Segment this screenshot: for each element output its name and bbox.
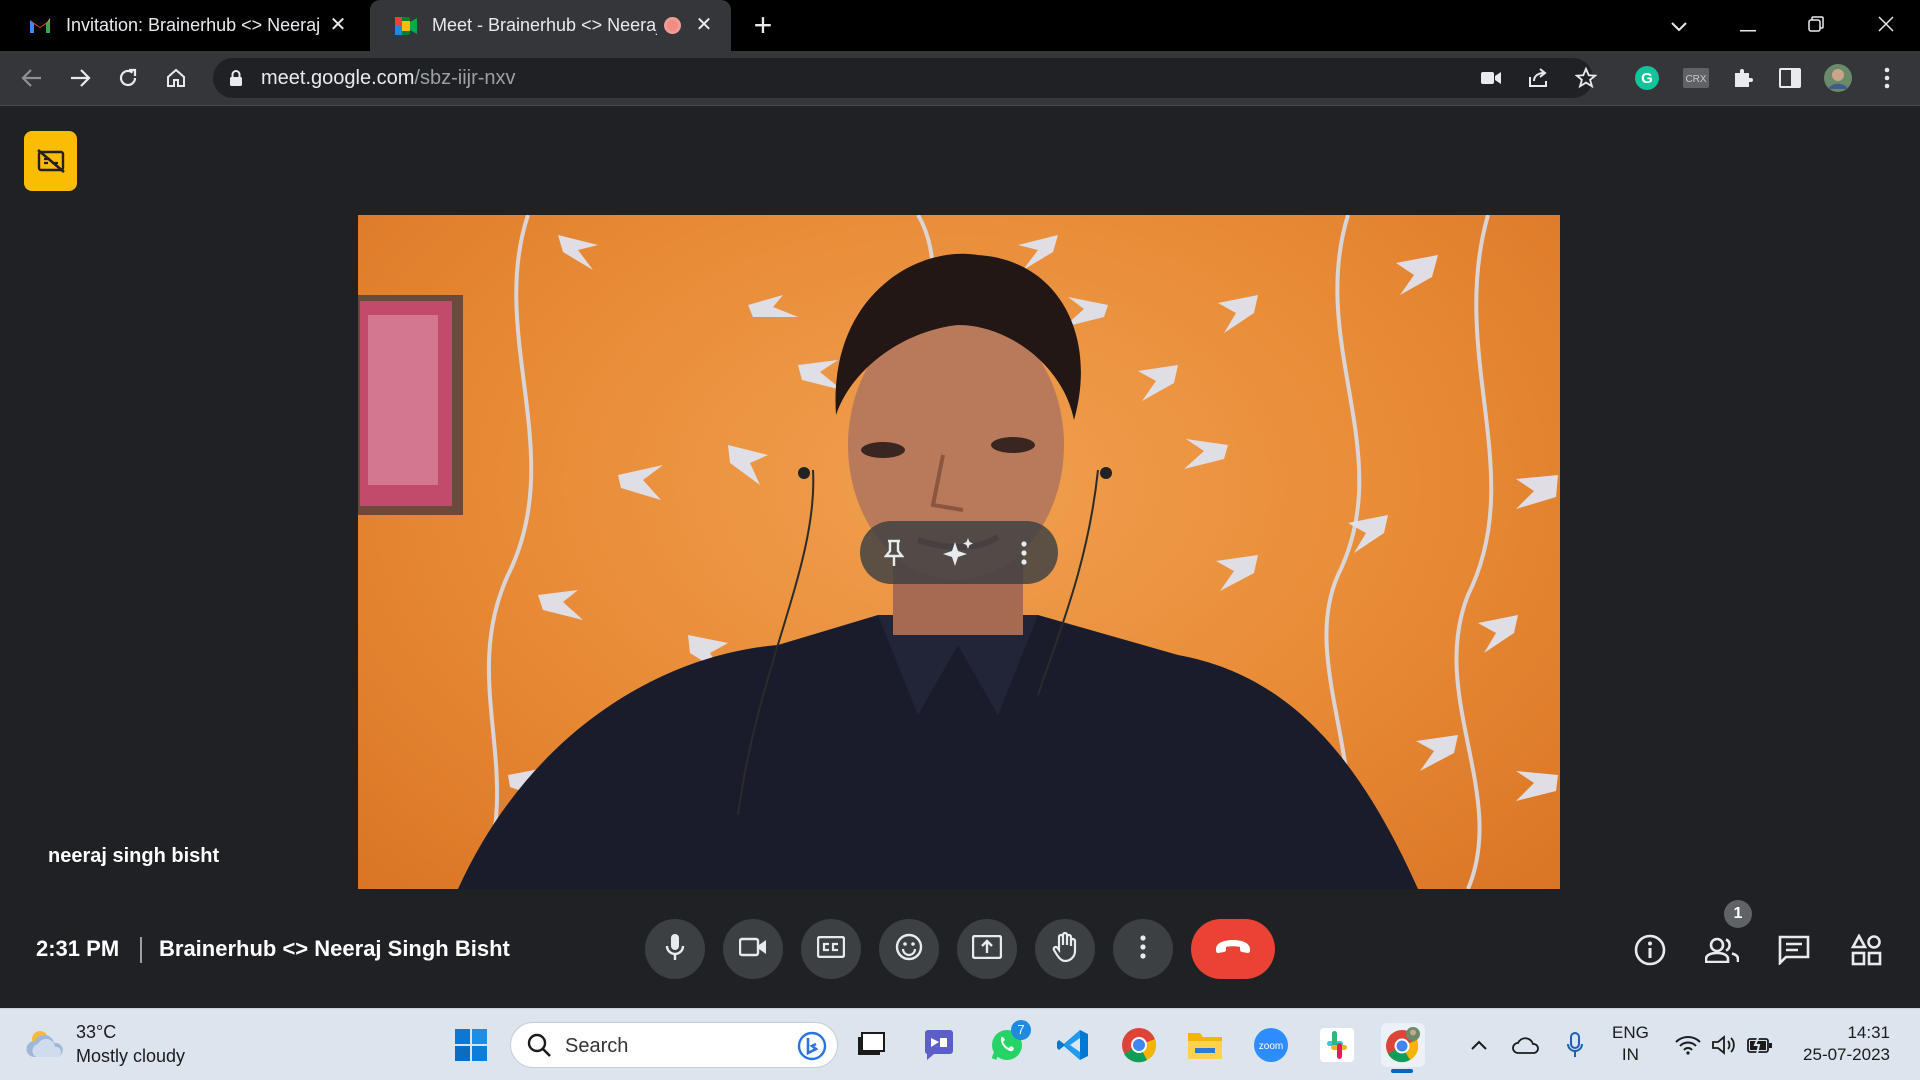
meeting-details-info-icon[interactable] (1632, 932, 1668, 968)
tab-title: Meet - Brainerhub <> Neeraj (432, 15, 657, 35)
chrome-profile-icon[interactable] (1381, 1023, 1425, 1067)
tab-gmail-invitation[interactable]: Invitation: Brainerhub <> Neeraj ✕ (0, 0, 365, 51)
participant-name: neeraj singh bisht (48, 845, 220, 867)
windows-start-icon[interactable] (449, 1023, 493, 1067)
svg-text:G: G (1641, 70, 1653, 87)
back-arrow-icon[interactable] (15, 61, 49, 95)
meeting-clock: 2:31 PM (36, 936, 120, 961)
meet-icon (394, 14, 418, 38)
tab-title: Invitation: Brainerhub <> Neeraj (66, 15, 321, 35)
grammarly-icon[interactable]: G (1632, 63, 1662, 93)
extensions-puzzle-icon[interactable] (1728, 63, 1758, 93)
forward-arrow-icon[interactable] (63, 61, 97, 95)
visual-effects-sparkle-icon[interactable] (940, 535, 976, 571)
chrome-menu-icon[interactable] (1872, 63, 1902, 93)
share-icon[interactable] (1524, 63, 1554, 93)
raise-hand-icon (1051, 931, 1079, 967)
browser-toolbar: meet.google.com/sbz-iijr-nxv G CRX (0, 51, 1920, 106)
meeting-title: Brainerhub <> Neeraj Singh Bisht (159, 936, 510, 961)
search-icon (527, 1033, 551, 1062)
zoom-label: zoom (1259, 1041, 1283, 1052)
microphone-icon (664, 933, 686, 966)
emoji-smile-icon (895, 933, 923, 966)
camera-in-use-icon[interactable] (1476, 63, 1506, 93)
show-hidden-icons-chevron-icon[interactable] (1464, 1027, 1494, 1063)
tile-hover-controls (860, 521, 1058, 584)
divider (140, 937, 142, 963)
raise-hand-button[interactable] (1035, 919, 1095, 979)
chrome-icon[interactable] (1117, 1023, 1161, 1067)
videocam-icon (738, 937, 767, 962)
home-icon[interactable] (159, 61, 193, 95)
close-tab-icon[interactable]: ✕ (693, 14, 715, 36)
captions-button[interactable] (801, 919, 861, 979)
gmail-icon (28, 14, 52, 38)
onedrive-cloud-icon[interactable] (1509, 1027, 1543, 1063)
lang-region: IN (1621, 1045, 1639, 1064)
weather-description[interactable]: Mostly cloudy (76, 1046, 185, 1067)
present-to-all-icon (971, 934, 1003, 964)
recording-indicator-icon (664, 17, 681, 34)
close-tab-icon[interactable]: ✕ (327, 14, 349, 36)
lang-code: ENG (1612, 1023, 1649, 1042)
more-options-button[interactable] (1113, 919, 1173, 979)
call-end-icon (1214, 939, 1252, 960)
present-screen-button[interactable] (957, 919, 1017, 979)
participant-count-badge: 1 (1724, 900, 1752, 928)
crx-extension-icon[interactable]: CRX (1680, 63, 1712, 93)
url-path: /sbz-iijr-nxv (414, 67, 516, 89)
bookmark-star-icon[interactable] (1571, 63, 1601, 93)
screen: Invitation: Brainerhub <> Neeraj ✕ Meet … (0, 0, 1920, 1080)
more-vert-icon (1140, 934, 1146, 964)
microphone-in-use-icon[interactable] (1558, 1027, 1592, 1063)
battery-charging-icon[interactable] (1745, 1027, 1775, 1063)
search-placeholder: Search (565, 1035, 629, 1057)
browser-tab-strip: Invitation: Brainerhub <> Neeraj ✕ Meet … (0, 0, 1920, 51)
url-text: meet.google.com/sbz-iijr-nxv (261, 67, 516, 90)
weather-temperature[interactable]: 33°C (76, 1022, 116, 1043)
slack-icon[interactable] (1315, 1023, 1359, 1067)
address-bar[interactable]: meet.google.com/sbz-iijr-nxv (213, 58, 1597, 98)
zoom-icon[interactable]: zoom (1249, 1023, 1293, 1067)
whatsapp-notification-badge: 7 (1011, 1020, 1031, 1040)
no-captions-indicator-icon[interactable] (24, 131, 77, 191)
microphone-button[interactable] (645, 919, 705, 979)
input-language-indicator[interactable]: ENG IN (1612, 1022, 1649, 1066)
tile-more-options-icon[interactable] (1006, 535, 1042, 571)
clock-date: 25-07-2023 (1803, 1045, 1890, 1064)
active-app-indicator (1391, 1069, 1413, 1073)
side-panel-icon[interactable] (1775, 63, 1805, 93)
camera-button[interactable] (723, 919, 783, 979)
clock-time: 14:31 (1847, 1023, 1890, 1042)
reload-icon[interactable] (111, 61, 145, 95)
lock-icon[interactable] (229, 69, 243, 92)
new-tab-plus-icon[interactable]: + (748, 9, 778, 41)
close-window-icon[interactable] (1869, 8, 1903, 42)
weather-cloud-icon[interactable] (26, 1027, 68, 1064)
leave-call-button[interactable] (1191, 919, 1275, 979)
chat-icon[interactable] (1776, 932, 1812, 968)
restore-icon[interactable] (1799, 8, 1833, 42)
windows-taskbar: 33°C Mostly cloudy Search zoom ENG IN 14… (0, 1008, 1920, 1080)
profile-avatar[interactable] (1823, 63, 1853, 93)
teams-chat-icon[interactable] (917, 1023, 961, 1067)
wifi-icon[interactable] (1673, 1027, 1703, 1063)
volume-speaker-icon[interactable] (1709, 1027, 1739, 1063)
taskbar-clock[interactable]: 14:31 25-07-2023 (1790, 1022, 1890, 1066)
people-icon[interactable] (1704, 932, 1740, 968)
task-view-icon[interactable] (849, 1023, 893, 1067)
closed-captions-icon (816, 935, 846, 963)
meet-control-bar: 2:31 PM Brainerhub <> Neeraj Singh Bisht (0, 900, 1920, 1008)
activities-shapes-icon[interactable] (1848, 932, 1884, 968)
file-explorer-icon[interactable] (1183, 1023, 1227, 1067)
bing-chat-icon[interactable] (797, 1031, 827, 1066)
minimize-icon[interactable] (1731, 8, 1765, 42)
emoji-reactions-button[interactable] (879, 919, 939, 979)
crx-label: CRX (1685, 74, 1706, 85)
vscode-icon[interactable] (1051, 1023, 1095, 1067)
url-host: meet.google.com (261, 67, 415, 89)
tab-search-chevron-icon[interactable] (1662, 8, 1696, 42)
taskbar-search-box[interactable]: Search (510, 1022, 838, 1068)
pin-icon[interactable] (876, 535, 912, 571)
